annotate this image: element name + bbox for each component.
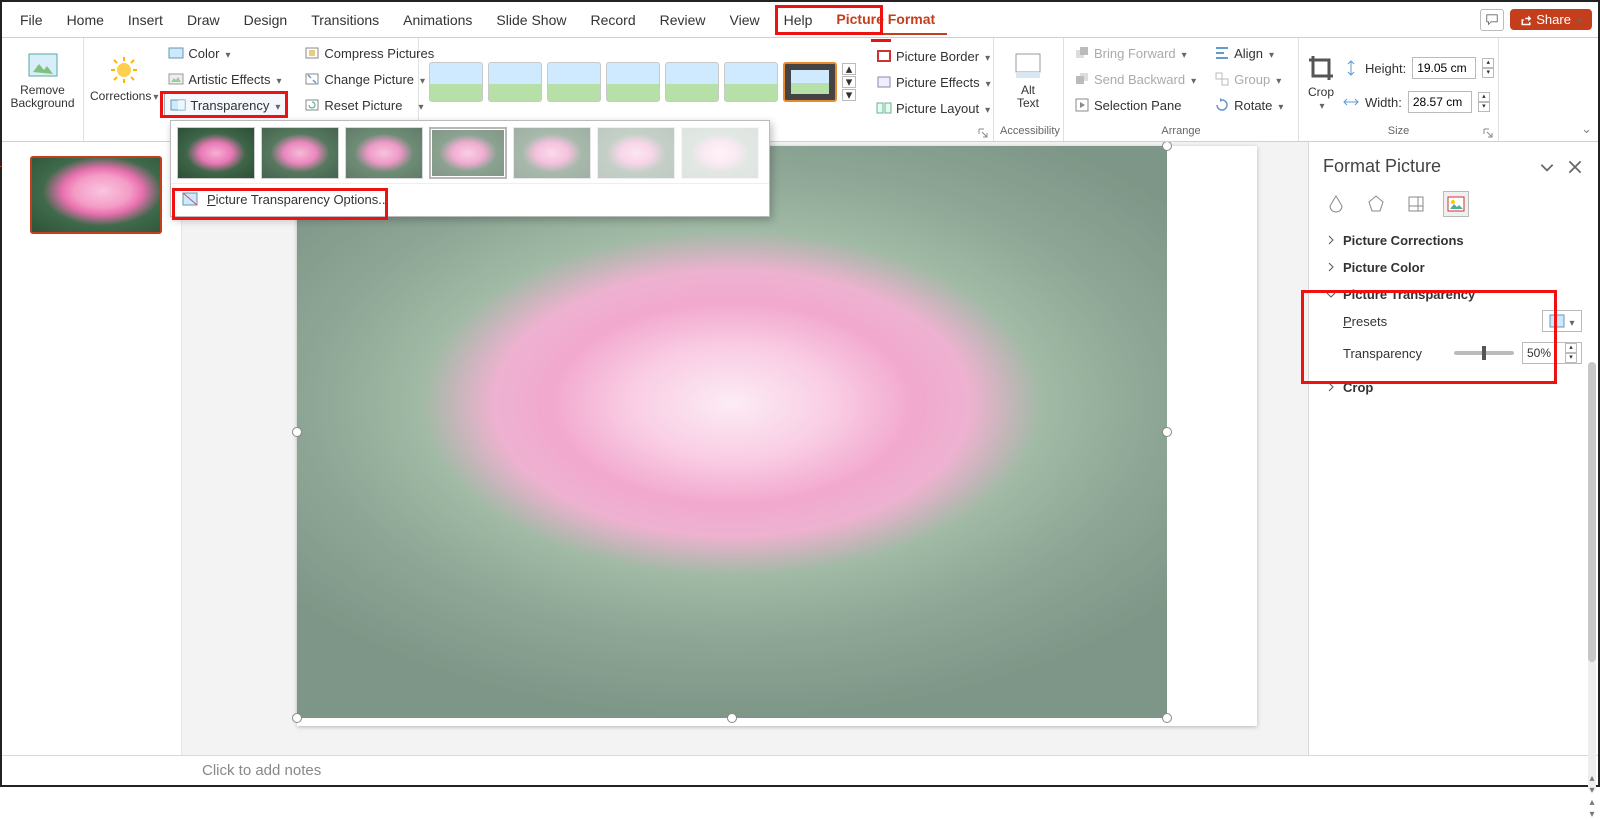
pane-tab-effects[interactable] <box>1363 191 1389 217</box>
tab-record[interactable]: Record <box>578 6 647 34</box>
resize-handle[interactable] <box>292 713 302 723</box>
alt-text-button[interactable]: Alt Text <box>1000 40 1056 120</box>
compress-pictures-button[interactable]: Compress Pictures <box>300 40 438 66</box>
transparency-value[interactable]: 50% ▴▾ <box>1522 342 1582 364</box>
picture-layout-button[interactable]: Picture Layout <box>872 95 995 121</box>
artistic-effects-button[interactable]: Artistic Effects <box>164 66 286 92</box>
pane-scrollbar[interactable]: ▴▾▴▾ <box>1588 362 1596 792</box>
close-icon[interactable] <box>1566 158 1584 176</box>
transparency-slider[interactable] <box>1454 351 1514 355</box>
tab-view[interactable]: View <box>718 6 772 34</box>
pane-options-icon[interactable] <box>1538 158 1556 176</box>
picture-border-button[interactable]: Picture Border <box>872 43 995 69</box>
width-spinner[interactable]: ▴▾ <box>1478 92 1490 112</box>
group-label-arrange: Arrange <box>1070 124 1292 140</box>
remove-background-button[interactable]: Remove Background <box>8 40 77 120</box>
size-launcher-icon[interactable] <box>1482 127 1494 139</box>
highlight-underline <box>871 39 891 42</box>
tab-transitions[interactable]: Transitions <box>299 6 391 34</box>
transparency-preset-4[interactable] <box>513 127 591 179</box>
picture-style-6[interactable] <box>724 62 778 102</box>
chevron-down-icon <box>1575 12 1582 27</box>
picture-style-7[interactable] <box>783 62 837 102</box>
tab-review[interactable]: Review <box>648 6 718 34</box>
resize-handle[interactable] <box>1162 713 1172 723</box>
tab-draw[interactable]: Draw <box>175 6 232 34</box>
change-picture-button[interactable]: Change Picture <box>300 66 438 92</box>
selected-picture[interactable] <box>297 146 1167 718</box>
share-label: Share <box>1536 12 1571 27</box>
section-crop[interactable]: Crop <box>1325 380 1582 395</box>
bring-forward-button[interactable]: Bring Forward <box>1070 40 1200 66</box>
tab-file[interactable]: File <box>8 6 55 34</box>
notes-area[interactable]: Click to add notes <box>2 755 1598 785</box>
width-input[interactable] <box>1408 91 1472 113</box>
menu-bar: File Home Insert Draw Design Transitions… <box>2 2 1598 38</box>
transparency-preset-0[interactable] <box>177 127 255 179</box>
slide-number: 1 <box>0 156 3 170</box>
crop-button[interactable]: Crop <box>1305 42 1337 122</box>
corrections-button[interactable]: Corrections <box>90 40 158 120</box>
width-icon <box>1343 94 1359 110</box>
section-picture-transparency[interactable]: Picture Transparency <box>1325 287 1582 302</box>
pane-tab-fill[interactable] <box>1323 191 1349 217</box>
resize-handle[interactable] <box>727 713 737 723</box>
transparency-preset-3[interactable] <box>429 127 507 179</box>
selection-pane-button[interactable]: Selection Pane <box>1070 92 1200 118</box>
presets-dropdown[interactable] <box>1542 310 1582 332</box>
notes-placeholder: Click to add notes <box>202 762 321 779</box>
width-label: Width: <box>1365 95 1402 110</box>
resize-handle[interactable] <box>1162 427 1172 437</box>
transparency-preset-6[interactable] <box>681 127 759 179</box>
resize-handle[interactable] <box>292 427 302 437</box>
picture-style-2[interactable] <box>488 62 542 102</box>
pane-tab-picture[interactable] <box>1443 191 1469 217</box>
height-label: Height: <box>1365 61 1406 76</box>
styles-launcher-icon[interactable] <box>977 127 989 139</box>
transparency-preset-5[interactable] <box>597 127 675 179</box>
group-label-size: Size <box>1305 124 1492 140</box>
slide-canvas-area[interactable] <box>182 142 1308 755</box>
tab-slideshow[interactable]: Slide Show <box>484 6 578 34</box>
section-picture-color[interactable]: Picture Color <box>1325 260 1582 275</box>
transparency-label: Transparency <box>1343 346 1446 361</box>
tab-design[interactable]: Design <box>232 6 300 34</box>
pane-title: Format Picture <box>1323 156 1528 177</box>
picture-style-4[interactable] <box>606 62 660 102</box>
tab-insert[interactable]: Insert <box>116 6 175 34</box>
slide-thumbnail-rail: 1 <box>2 142 182 755</box>
send-backward-button[interactable]: Send Backward <box>1070 66 1200 92</box>
section-picture-corrections[interactable]: Picture Corrections <box>1325 233 1582 248</box>
pane-tab-size[interactable] <box>1403 191 1429 217</box>
color-button[interactable]: Color <box>164 40 286 66</box>
picture-effects-button[interactable]: Picture Effects <box>872 69 995 95</box>
styles-gallery-more[interactable]: ▴▾▾ <box>842 63 856 101</box>
transparency-dropdown: Picture Transparency Options... <box>170 120 770 217</box>
presets-label: PPresetsresets <box>1343 314 1534 329</box>
picture-style-5[interactable] <box>665 62 719 102</box>
share-button[interactable]: Share <box>1510 9 1592 30</box>
reset-picture-button[interactable]: Reset Picture <box>300 92 438 118</box>
transparency-preset-1[interactable] <box>261 127 339 179</box>
format-picture-pane: Format Picture Picture Corrections Pictu… <box>1308 142 1598 755</box>
ribbon-collapse-icon[interactable]: ⌄ <box>1581 121 1592 137</box>
tab-home[interactable]: Home <box>55 6 116 34</box>
slide-thumbnail-1[interactable] <box>30 156 162 234</box>
group-label-accessibility: Accessibility <box>1000 124 1057 140</box>
height-input[interactable] <box>1412 57 1476 79</box>
height-icon <box>1343 60 1359 76</box>
tab-animations[interactable]: Animations <box>391 6 484 34</box>
tab-help[interactable]: Help <box>772 6 825 34</box>
transparency-preset-2[interactable] <box>345 127 423 179</box>
picture-transparency-options[interactable]: Picture Transparency Options... <box>171 183 769 216</box>
tab-picture-format[interactable]: Picture Format <box>824 5 947 35</box>
height-spinner[interactable]: ▴▾ <box>1482 58 1494 78</box>
align-button[interactable]: Align <box>1210 40 1287 66</box>
group-button[interactable]: Group <box>1210 66 1287 92</box>
picture-style-3[interactable] <box>547 62 601 102</box>
picture-style-1[interactable] <box>429 62 483 102</box>
comments-icon[interactable] <box>1480 9 1504 31</box>
transparency-button[interactable]: Transparency <box>164 92 286 118</box>
rotate-button[interactable]: Rotate <box>1210 92 1287 118</box>
